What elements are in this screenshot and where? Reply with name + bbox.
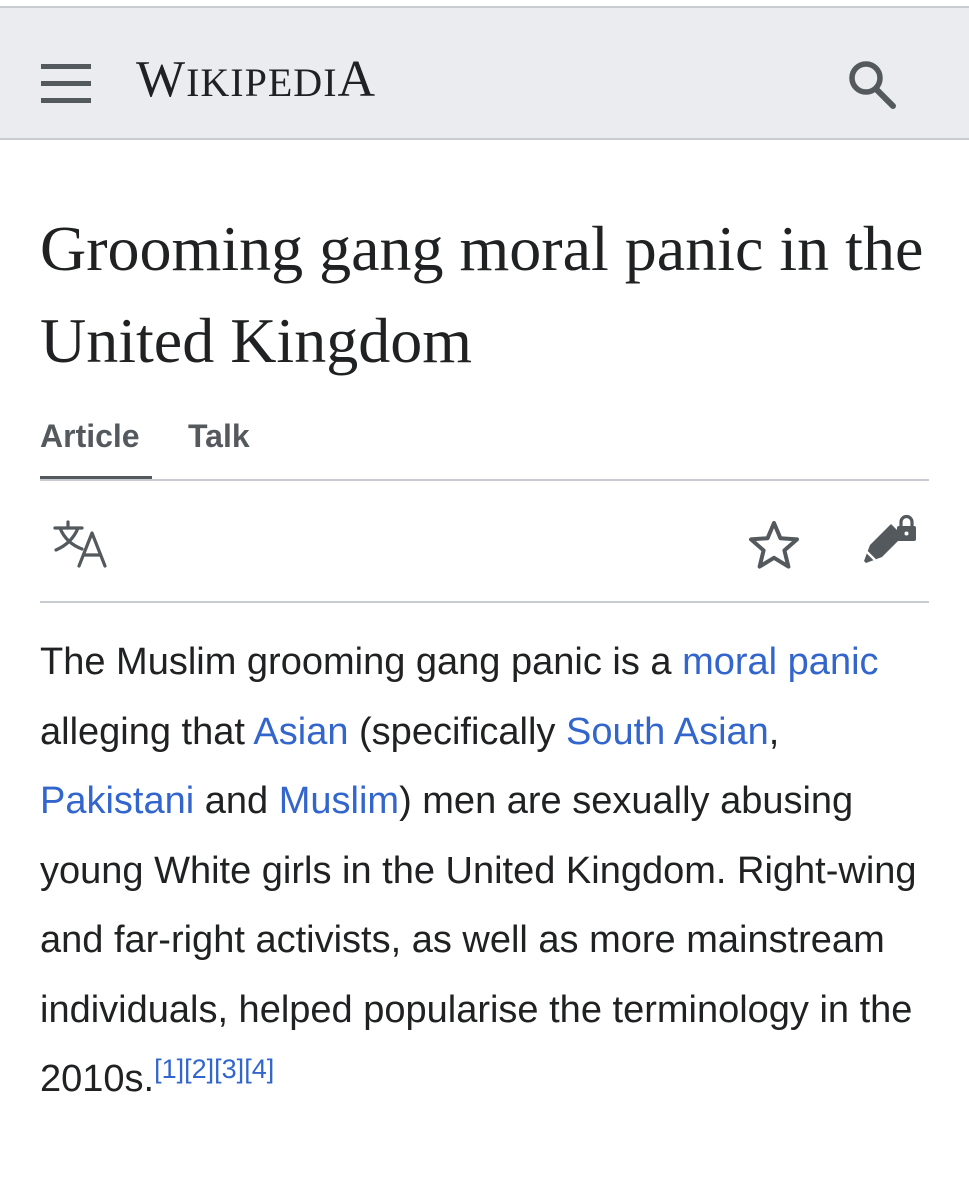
paragraph-text: alleging that [40, 710, 254, 753]
reference-1[interactable]: [1] [154, 1054, 184, 1084]
paragraph-text: The Muslim grooming gang panic is a [40, 641, 683, 683]
wikipedia-wordmark[interactable]: WIKIPEDIA [136, 50, 376, 110]
paragraph-text: , [768, 710, 780, 753]
link-asian[interactable]: Asian [253, 711, 348, 753]
page-actions-toolbar [40, 481, 929, 601]
page-title: Grooming gang moral panic in the United … [40, 213, 924, 376]
reference-3[interactable]: [3] [214, 1054, 244, 1084]
toolbar-divider [40, 601, 929, 603]
tab-talk[interactable]: Talk [188, 418, 250, 455]
page-tabs: Article Talk [40, 414, 929, 482]
language-icon[interactable] [52, 519, 112, 569]
paragraph-text: ) men are sexually abusing young White g… [40, 780, 917, 1100]
link-south-asian[interactable]: South Asian [566, 711, 769, 753]
star-icon[interactable] [747, 519, 801, 573]
article-lead-paragraph: The Muslim grooming gang panic is a mora… [40, 628, 940, 1115]
site-header: WIKIPEDIA [0, 6, 969, 140]
link-pakistani[interactable]: Pakistani [40, 780, 194, 822]
tab-article[interactable]: Article [40, 418, 140, 455]
link-moral-panic[interactable]: moral panic [682, 641, 878, 683]
edit-lock-icon[interactable] [858, 511, 920, 571]
reference-2[interactable]: [2] [184, 1054, 214, 1084]
link-muslim[interactable]: Muslim [279, 780, 399, 822]
search-icon[interactable] [846, 58, 900, 110]
reference-4[interactable]: [4] [244, 1054, 274, 1084]
paragraph-text: (specifically [348, 710, 566, 753]
hamburger-menu-icon[interactable] [41, 64, 91, 104]
paragraph-text: and [194, 780, 279, 822]
